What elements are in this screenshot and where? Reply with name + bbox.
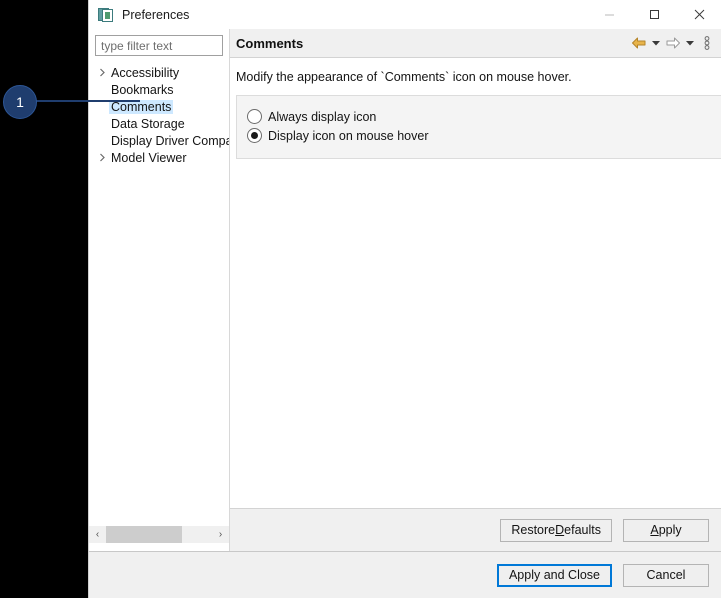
comment-icon-options-group: Always display icon Display icon on mous… xyxy=(236,95,721,159)
page-header-toolbar xyxy=(630,29,716,57)
forward-arrow-icon[interactable] xyxy=(664,33,682,53)
close-icon[interactable] xyxy=(677,0,721,29)
scrollbar-thumb[interactable] xyxy=(106,526,182,543)
page-title: Comments xyxy=(236,36,303,51)
scroll-right-icon[interactable]: › xyxy=(212,526,229,543)
radio-row-display-icon-on-mouse-hover[interactable]: Display icon on mouse hover xyxy=(247,126,711,145)
tree-item-accessibility[interactable]: Accessibility xyxy=(89,64,229,81)
preference-page-panel: Comments xyxy=(229,29,721,551)
back-dropdown-chevron-down-icon[interactable] xyxy=(650,33,662,53)
apply-button-row: Restore Defaults Apply xyxy=(230,508,721,551)
restore-defaults-button[interactable]: Restore Defaults xyxy=(500,519,612,542)
page-header: Comments xyxy=(230,29,721,58)
radio-row-always-display-icon[interactable]: Always display icon xyxy=(247,107,711,126)
preferences-dialog: Preferences type filter text xyxy=(88,0,721,598)
tree-item-label: Bookmarks xyxy=(109,83,176,97)
page-content: Modify the appearance of `Comments` icon… xyxy=(230,58,721,508)
preferences-tree[interactable]: Accessibility Bookmarks Comments Data St… xyxy=(89,64,229,525)
tree-item-bookmarks[interactable]: Bookmarks xyxy=(89,81,229,98)
dialog-body: type filter text Accessibility Bookmarks… xyxy=(89,29,721,551)
window-controls xyxy=(587,0,721,29)
apply-label-post: pply xyxy=(659,523,682,537)
tree-item-label: Accessibility xyxy=(109,66,181,80)
vertical-dots-menu-icon[interactable] xyxy=(698,33,716,53)
preferences-pages-icon xyxy=(98,7,114,23)
tree-item-label: Model Viewer xyxy=(109,151,189,165)
chevron-right-icon[interactable] xyxy=(95,68,109,77)
restore-defaults-label-post: efaults xyxy=(564,523,601,537)
tree-item-label: Data Storage xyxy=(109,117,187,131)
preferences-tree-panel: type filter text Accessibility Bookmarks… xyxy=(89,29,229,551)
scrollbar-track[interactable] xyxy=(106,526,212,543)
forward-dropdown-chevron-down-icon[interactable] xyxy=(684,33,696,53)
dialog-button-bar: Apply and Close Cancel xyxy=(89,551,721,598)
title-bar: Preferences xyxy=(89,0,721,29)
tree-item-display-driver-compatibility[interactable]: Display Driver Compa xyxy=(89,132,229,149)
restore-defaults-label-pre: Restore xyxy=(511,523,555,537)
tree-item-label: Display Driver Compa xyxy=(109,134,229,148)
filter-placeholder: type filter text xyxy=(101,39,172,53)
restore-defaults-mnemonic: D xyxy=(555,523,564,537)
apply-and-close-button[interactable]: Apply and Close xyxy=(497,564,612,587)
chevron-right-icon[interactable] xyxy=(95,153,109,162)
tree-item-model-viewer[interactable]: Model Viewer xyxy=(89,149,229,166)
window-title: Preferences xyxy=(122,8,189,22)
tree-horizontal-scrollbar[interactable]: ‹ › xyxy=(89,525,229,543)
radio-always-display-icon[interactable] xyxy=(247,109,262,124)
tree-item-data-storage[interactable]: Data Storage xyxy=(89,115,229,132)
radio-label: Always display icon xyxy=(268,110,376,124)
step-marker-number: 1 xyxy=(16,94,24,110)
scroll-left-icon[interactable]: ‹ xyxy=(89,526,106,543)
apply-button[interactable]: Apply xyxy=(623,519,709,542)
page-description: Modify the appearance of `Comments` icon… xyxy=(236,70,721,84)
filter-input[interactable]: type filter text xyxy=(95,35,223,56)
apply-mnemonic: A xyxy=(650,523,658,537)
step-marker-1: 1 xyxy=(3,85,37,119)
radio-display-icon-on-mouse-hover[interactable] xyxy=(247,128,262,143)
radio-label: Display icon on mouse hover xyxy=(268,129,429,143)
step-connector-line xyxy=(34,100,140,102)
back-arrow-icon[interactable] xyxy=(630,33,648,53)
maximize-icon[interactable] xyxy=(632,0,677,29)
cancel-button[interactable]: Cancel xyxy=(623,564,709,587)
minimize-icon[interactable] xyxy=(587,0,632,29)
